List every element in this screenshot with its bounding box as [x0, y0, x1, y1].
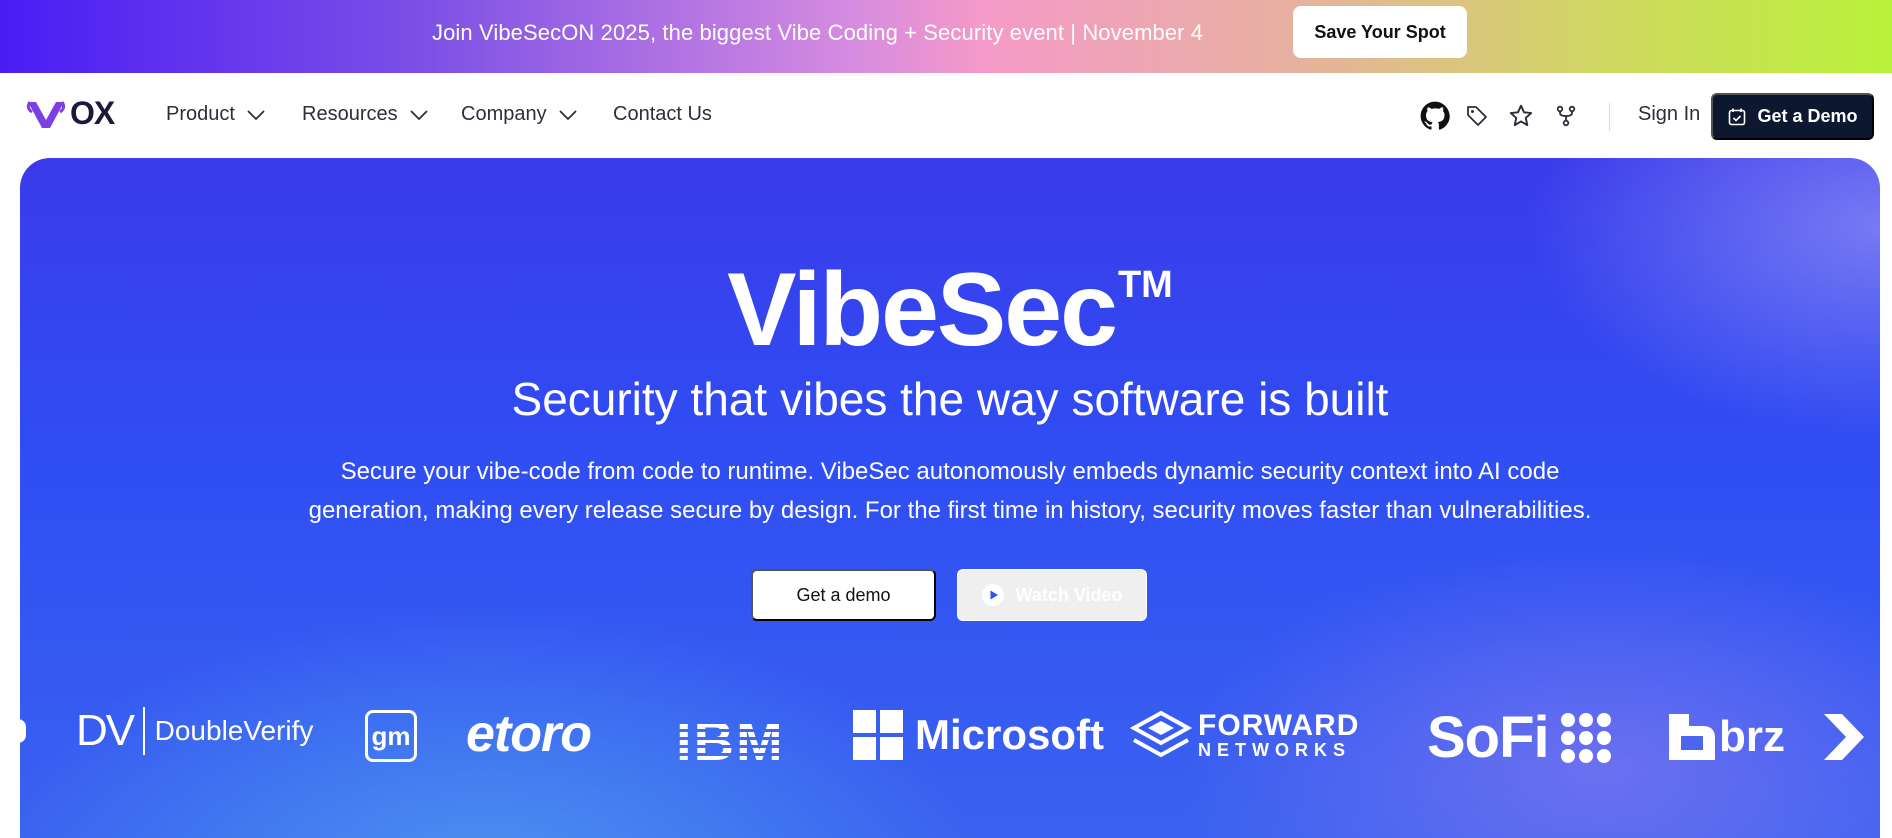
- announcement-banner: Join VibeSecON 2025, the biggest Vibe Co…: [0, 0, 1892, 73]
- hero-section: VibeSecTM Security that vibes the way so…: [20, 158, 1880, 838]
- chevron-right-icon: [1824, 714, 1864, 760]
- get-a-demo-label: Get a Demo: [1757, 106, 1858, 126]
- nav-company-label: Company: [461, 103, 547, 125]
- logo-brz: brz: [1667, 712, 1785, 762]
- logo-doubleverify: DV DoubleVerify: [76, 706, 313, 756]
- hero-description: Secure your vibe-code from code to runti…: [250, 452, 1650, 530]
- sofi-dots-icon: [1560, 712, 1611, 763]
- watch-video-button[interactable]: Watch Video: [957, 569, 1147, 621]
- microsoft-squares-icon: [853, 710, 903, 760]
- nav-contact-us[interactable]: Contact Us: [613, 103, 712, 126]
- hero-get-a-demo-button[interactable]: Get a demo: [751, 569, 936, 621]
- trademark-symbol: TM: [1117, 264, 1173, 306]
- carousel-edge-dot: [20, 719, 26, 743]
- hero-subtitle: Security that vibes the way software is …: [511, 373, 1389, 425]
- nav-resources[interactable]: Resources: [302, 103, 430, 126]
- nav-product-label: Product: [166, 103, 235, 125]
- logo-ibm: IBM: [676, 709, 785, 772]
- forward-networks-icon: [1130, 710, 1192, 758]
- chevron-down-icon: [247, 109, 265, 120]
- customer-logo-strip: DV DoubleVerify gm etoro IBM Microsoft F…: [20, 698, 1880, 772]
- brz-mark-icon: [1669, 714, 1715, 760]
- forward-networks-wordmark: FORWARD NETWORKS: [1198, 709, 1360, 760]
- nav-product[interactable]: Product: [166, 103, 267, 126]
- chevron-down-icon: [409, 109, 428, 120]
- star-icon[interactable]: [1506, 101, 1536, 131]
- top-nav: OX Product Resources Company Contact Us …: [0, 73, 1892, 158]
- logo-sofi: SoFi: [1427, 704, 1613, 771]
- brz-wordmark: brz: [1719, 712, 1785, 761]
- logo-partial-chevron: [1822, 712, 1866, 762]
- chevron-down-icon: [558, 109, 577, 120]
- watch-video-label: Watch Video: [1015, 584, 1123, 605]
- doubleverify-mark: DV: [76, 706, 135, 755]
- hero-title-text: VibeSec: [727, 252, 1118, 368]
- nav-company[interactable]: Company: [461, 103, 579, 126]
- sofi-wordmark: SoFi: [1427, 705, 1550, 770]
- networks-text: NETWORKS: [1198, 740, 1351, 760]
- sign-in-link[interactable]: Sign In: [1638, 103, 1700, 126]
- hero-description-line: Secure your vibe-code from code to runti…: [340, 458, 1560, 485]
- github-icon[interactable]: [1420, 101, 1450, 131]
- logo-separator: [143, 707, 145, 755]
- logo-forward-networks: FORWARD NETWORKS: [1130, 710, 1359, 760]
- save-your-spot-button[interactable]: Save Your Spot: [1293, 6, 1467, 58]
- tag-icon[interactable]: [1462, 101, 1492, 131]
- logo-etoro: etoro: [466, 705, 592, 763]
- nav-resources-label: Resources: [302, 103, 398, 125]
- logo-microsoft: Microsoft: [853, 710, 1104, 760]
- microsoft-wordmark: Microsoft: [915, 711, 1104, 758]
- hero-description-line: generation, making every release secure …: [308, 497, 1592, 524]
- nav-contact-label: Contact Us: [613, 103, 712, 125]
- nav-divider: [1609, 103, 1610, 131]
- play-icon: [982, 584, 1005, 606]
- get-a-demo-button[interactable]: Get a Demo: [1711, 93, 1874, 140]
- logo-wordmark: OX: [70, 95, 115, 131]
- ox-logo[interactable]: OX: [26, 95, 115, 132]
- banner-text: Join VibeSecON 2025, the biggest Vibe Co…: [432, 20, 1204, 45]
- doubleverify-wordmark: DoubleVerify: [154, 715, 314, 746]
- fork-icon[interactable]: [1551, 101, 1581, 131]
- forward-text: FORWARD: [1198, 709, 1360, 742]
- hero-title: VibeSecTM: [20, 258, 1880, 362]
- logo-gm: gm: [365, 710, 417, 762]
- calendar-check-icon: [1729, 108, 1746, 125]
- ox-logo-icon: [26, 100, 66, 128]
